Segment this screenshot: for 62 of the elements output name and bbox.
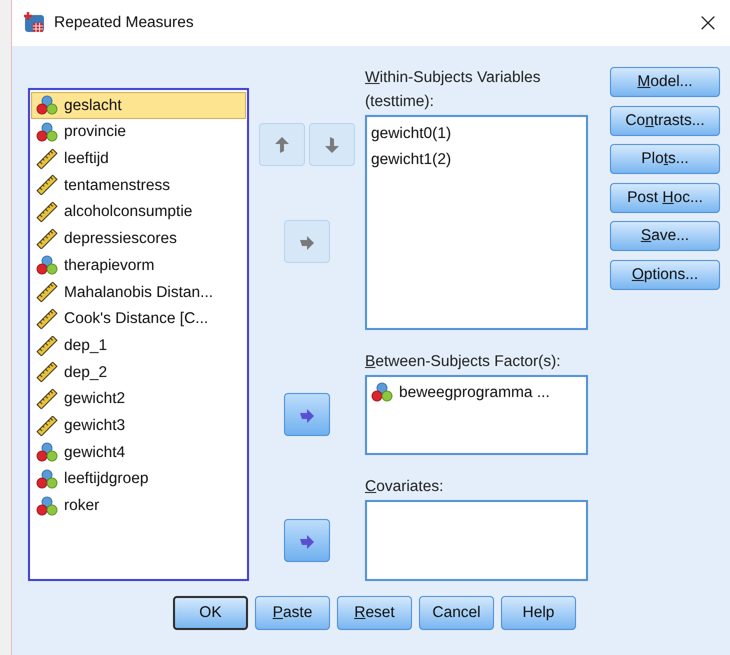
move-button[interactable] xyxy=(284,519,330,562)
list-item[interactable]: gewicht0(1) xyxy=(371,122,452,145)
variable-item[interactable]: geslacht xyxy=(31,92,246,119)
variable-item[interactable]: tentamenstress xyxy=(31,172,246,199)
variable-item[interactable]: roker xyxy=(31,492,246,519)
variable-name: alcoholconsumptie xyxy=(64,202,192,222)
variable-name: therapievorm xyxy=(64,256,154,276)
variable-item[interactable]: depressiescores xyxy=(31,225,246,252)
variable-name: depressiescores xyxy=(64,229,177,250)
nominal-variable-icon xyxy=(36,95,58,116)
variable-name: Mahalanobis Distan... xyxy=(64,282,214,303)
close-button[interactable]: × xyxy=(696,10,720,36)
dialog-button[interactable]: OK xyxy=(173,596,248,630)
variable-name: geslacht xyxy=(64,96,122,116)
within-subjects-label: Within-Subjects Variables xyxy=(365,68,542,88)
list-item[interactable]: gewicht1(2) xyxy=(371,148,452,172)
variable-item[interactable]: leeftijdgroep xyxy=(31,466,246,492)
nominal-variable-icon xyxy=(36,496,58,516)
variable-item[interactable]: leeftijd xyxy=(31,145,246,172)
nominal-variable-icon xyxy=(371,382,393,402)
variable-name: gewicht3 xyxy=(64,416,126,436)
nominal-variable-icon xyxy=(36,442,58,462)
spreadsheet-icon xyxy=(22,11,46,35)
variable-name: gewicht2 xyxy=(64,389,126,410)
move-button[interactable] xyxy=(284,393,330,436)
dialog-button[interactable]: Options... xyxy=(610,260,720,290)
variable-item[interactable]: therapievorm xyxy=(31,252,246,279)
dialog-button[interactable]: Post Hoc... xyxy=(610,182,720,212)
dialog-button[interactable]: Plots... xyxy=(610,144,720,174)
nominal-variable-icon xyxy=(36,468,58,489)
variable-name: tentamenstress xyxy=(64,176,170,196)
variable-item[interactable]: gewicht2 xyxy=(31,386,246,412)
variable-name: leeftijd xyxy=(64,149,109,170)
dialog-button[interactable]: Contrasts... xyxy=(610,106,720,136)
dialog-button[interactable]: Save... xyxy=(610,221,720,251)
variable-name: dep_2 xyxy=(64,362,108,383)
dialog-button[interactable]: Help xyxy=(501,596,576,630)
within-subjects-sublabel: (testtime): xyxy=(365,92,435,112)
variable-item[interactable]: gewicht4 xyxy=(31,438,246,466)
window-title: Repeated Measures xyxy=(54,13,195,34)
dialog-button[interactable]: Cancel xyxy=(419,596,494,630)
variable-item[interactable]: provincie xyxy=(31,118,246,146)
variable-name: gewicht4 xyxy=(64,442,126,463)
nominal-variable-icon xyxy=(36,122,58,142)
variable-name: Cook's Distance [C... xyxy=(64,309,208,330)
variable-name: provincie xyxy=(64,122,126,142)
dialog-button[interactable]: Reset xyxy=(337,596,412,630)
variable-name: roker xyxy=(64,496,100,516)
between-subjects-label: Between-Subjects Factor(s): xyxy=(365,353,561,370)
variable-item[interactable]: alcoholconsumptie xyxy=(31,198,246,226)
list-item[interactable]: beweegprogramma ... xyxy=(399,380,550,404)
dialog-button[interactable]: Paste xyxy=(255,596,330,630)
variable-name: leeftijdgroep xyxy=(64,469,148,490)
variable-item[interactable]: gewicht3 xyxy=(31,412,246,439)
variable-item[interactable]: Cook's Distance [C... xyxy=(31,306,246,332)
variable-item[interactable]: dep_1 xyxy=(31,332,246,359)
covariates-label: Covariates: xyxy=(365,478,444,495)
variable-item[interactable]: Mahalanobis Distan... xyxy=(31,278,246,306)
nominal-variable-icon xyxy=(36,255,58,276)
variable-name: dep_1 xyxy=(64,336,108,356)
variable-item[interactable]: dep_2 xyxy=(31,358,246,386)
dialog-button[interactable]: Model... xyxy=(610,67,720,97)
